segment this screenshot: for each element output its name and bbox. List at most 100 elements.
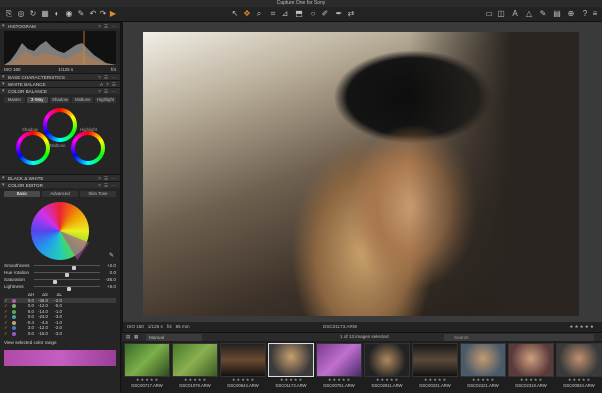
- lens-icon[interactable]: ◉: [64, 9, 74, 19]
- tab-3-way[interactable]: 3-Way: [26, 97, 48, 103]
- slider-hue-rotation[interactable]: Hue rotation 0.0: [4, 269, 116, 277]
- tab-basic[interactable]: Basic: [4, 191, 40, 197]
- slider-value[interactable]: +2.0: [107, 262, 116, 269]
- tab-skin-tone[interactable]: Skin Tone: [80, 191, 116, 197]
- sort-select[interactable]: Manual: [146, 334, 202, 341]
- thumbnail-image: [124, 343, 170, 377]
- toolbar: ⎘ ◎ ↻ ▦ ◐ ◉ ✎ ↶ ↷ ▶ ↖ ✥ ⌕ ⌗ ⊿ ⬒ ○ ✐ ✒ ⇄ …: [0, 7, 602, 22]
- straighten-icon[interactable]: ⊿: [280, 9, 290, 19]
- rotate-icon[interactable]: ↻: [28, 9, 38, 19]
- slider-track[interactable]: [34, 265, 100, 270]
- slider-lightness[interactable]: Lightness +5.0: [4, 283, 116, 291]
- midtone-wheel[interactable]: [43, 108, 77, 142]
- thumbnail-filename: DSC01173.ARW: [275, 383, 307, 388]
- thumbnail-filename: DSC00717.ARW: [131, 383, 163, 388]
- tab-midtone[interactable]: Midtone: [72, 97, 94, 103]
- color-table: ΔH ΔS ΔL ✓ 0.0 -36.0 -2.0 ✓ 0.0 -12.0 -5.0 ✓ 6.0-…: [4, 292, 116, 336]
- warning-icon[interactable]: △: [524, 9, 534, 19]
- thumbnail-image: [460, 343, 506, 377]
- viewer[interactable]: ISO 160 1/125 s f/4 85 mm DSC01173.ARW ★…: [122, 22, 602, 332]
- browser-menu-icon[interactable]: ▤: [126, 333, 130, 341]
- cell-dl: -3.0: [54, 330, 62, 336]
- highlight-wheel[interactable]: [71, 131, 105, 165]
- thumbnail[interactable]: ★ ★ ★ ★ ★ DSC00751.ARW: [316, 343, 362, 390]
- tab-shadow[interactable]: Shadow: [49, 97, 71, 103]
- compare-icon[interactable]: ◫: [496, 9, 506, 19]
- zoom-icon[interactable]: ⌕: [254, 9, 264, 19]
- white-balance-header[interactable]: WHITE BALANCEA ? ☰: [0, 80, 120, 88]
- grid-icon[interactable]: ▦: [40, 9, 50, 19]
- slider-track[interactable]: [34, 279, 100, 284]
- crop-icon[interactable]: ⌗: [268, 9, 278, 19]
- thumbnail[interactable]: ★ ★ ★ ★ ★ DSC00231.ARW: [412, 343, 458, 390]
- help-icon[interactable]: ?: [580, 9, 590, 19]
- thumbnail[interactable]: ★ ★ ★ ★ ★ DSC02221.ARW: [460, 343, 506, 390]
- thumbnail[interactable]: ★ ★ ★ ★ ★ DSC00717.ARW: [124, 343, 170, 390]
- spot-icon[interactable]: ○: [308, 9, 318, 19]
- text-icon[interactable]: A: [510, 9, 520, 19]
- slider-track[interactable]: [34, 272, 100, 277]
- adjust-icon[interactable]: ◐: [52, 9, 62, 19]
- check-icon[interactable]: ✓: [4, 331, 12, 337]
- cell-ds: -15.0: [37, 330, 48, 336]
- thumbnail-image: [556, 343, 602, 377]
- viewer-focal: 85 mm: [175, 324, 190, 329]
- brush-icon[interactable]: ✎: [76, 9, 86, 19]
- thumbnail-image: [508, 343, 554, 377]
- thumbnail-filename: DSC00751.ARW: [323, 383, 355, 388]
- black-white-header[interactable]: BLACK & WHITE? ☰ ⋯: [0, 174, 120, 182]
- color-table-row[interactable]: ✓ 0.0 -15.0 -3.0: [4, 331, 116, 337]
- slider-value[interactable]: +5.0: [107, 283, 116, 290]
- shadow-wheel[interactable]: [16, 131, 50, 165]
- viewer-iso: ISO 160: [127, 324, 144, 329]
- rating-stars[interactable]: ★★★★★: [569, 322, 595, 332]
- pan-icon[interactable]: ✥: [242, 9, 252, 19]
- tab-advanced[interactable]: Advanced: [42, 191, 78, 197]
- picker-icon-small[interactable]: ✎: [109, 252, 114, 259]
- search-input[interactable]: Search: [444, 334, 594, 341]
- color-swatch-icon: [12, 326, 16, 330]
- cursor-icon[interactable]: ↖: [230, 9, 240, 19]
- thumbnail[interactable]: ★ ★ ★ ★ ★ DSC00834.ARW: [556, 343, 602, 390]
- settings-icon[interactable]: ≡: [590, 9, 600, 19]
- selection-count: 1 of 13 images selected: [340, 334, 389, 339]
- thumbnail[interactable]: ★ ★ ★ ★ ★ DSC02911.ARW: [364, 343, 410, 390]
- color-balance-tabs: Master 3-Way Shadow Midtone Highlight: [4, 97, 116, 103]
- view-range-label[interactable]: View selected color range: [0, 338, 120, 347]
- viewer-icon[interactable]: ▭: [484, 9, 494, 19]
- camera-icon[interactable]: ◎: [16, 9, 26, 19]
- slider-track[interactable]: [34, 286, 100, 291]
- undo-icon[interactable]: ↶: [88, 9, 98, 19]
- mask-brush-icon[interactable]: ✐: [320, 9, 330, 19]
- picker-tool-icon[interactable]: ✎: [538, 9, 548, 19]
- thumbnail[interactable]: ★ ★ ★ ★ ★ DSC02319.ARW: [508, 343, 554, 390]
- thumbnail[interactable]: ★ ★ ★ ★ ★ DSC00644.ARW: [220, 343, 266, 390]
- thumbnail[interactable]: ★ ★ ★ ★ ★ DSC01079.ARW: [172, 343, 218, 390]
- tab-highlight[interactable]: Highlight: [95, 97, 116, 103]
- picker-icon[interactable]: ✒: [334, 9, 344, 19]
- base-characteristics-header[interactable]: BASE CHARACTERISTICS? ☰ ⋯: [0, 73, 120, 81]
- import-icon[interactable]: ⎘: [4, 9, 14, 19]
- tab-master[interactable]: Master: [4, 97, 25, 103]
- thumbnail-image: [172, 343, 218, 377]
- slider-saturation[interactable]: Saturation -36.0: [4, 276, 116, 284]
- thumbnail-image: [268, 343, 314, 377]
- color-editor-header[interactable]: COLOR EDITOR? ☰ ⋯: [0, 181, 120, 189]
- thumbnail[interactable]: ★ ★ ★ ★ ★ DSC01173.ARW: [268, 343, 314, 390]
- slider-label: Smoothness: [4, 263, 30, 268]
- histogram: [4, 31, 116, 65]
- grid-view-icon[interactable]: ▦: [134, 333, 138, 341]
- slider-value[interactable]: 0.0: [110, 269, 116, 276]
- slider-knob[interactable]: [66, 287, 71, 291]
- copy-icon[interactable]: ⇄: [346, 9, 356, 19]
- slider-smoothness[interactable]: Smoothness +2.0: [4, 262, 116, 270]
- redo-icon[interactable]: ↷: [98, 9, 108, 19]
- globe-icon[interactable]: ⊕: [566, 9, 576, 19]
- keystone-icon[interactable]: ⬒: [294, 9, 304, 19]
- slider-value[interactable]: -36.0: [106, 276, 116, 283]
- thumbnail-image: [412, 343, 458, 377]
- histogram-header[interactable]: HISTOGRAM? ☰ ⋯: [0, 22, 120, 30]
- export-icon[interactable]: ▶: [108, 9, 118, 19]
- color-balance-header[interactable]: COLOR BALANCE? ☰ ⋯: [0, 87, 120, 95]
- proof-icon[interactable]: ▤: [552, 9, 562, 19]
